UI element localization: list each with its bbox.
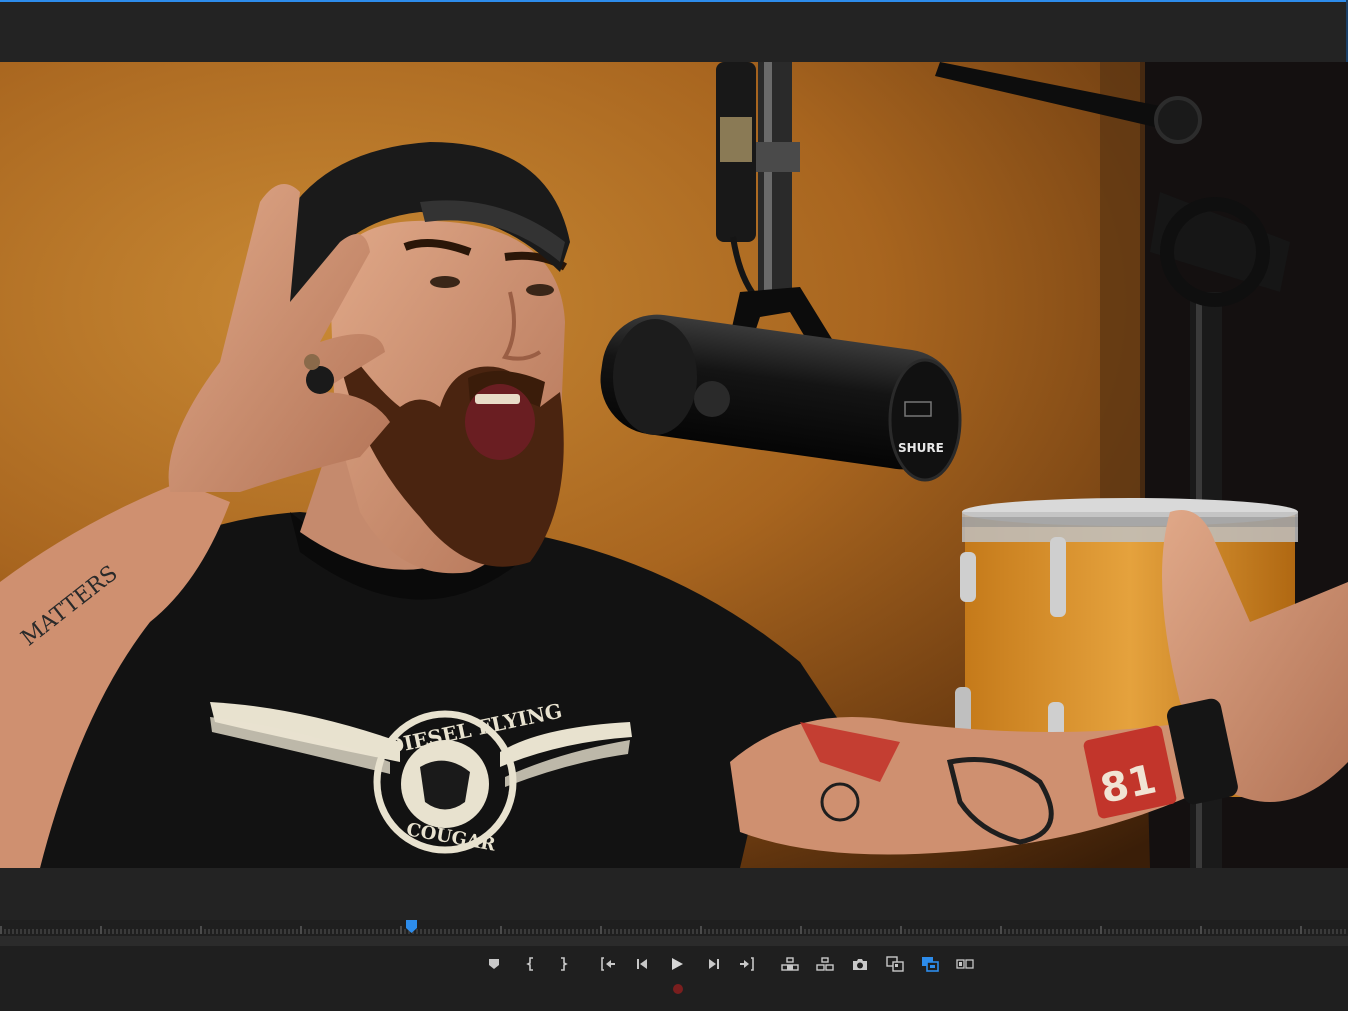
step-forward-icon (709, 959, 719, 969)
monitor-info-bar (0, 868, 1348, 920)
camera-icon (853, 958, 867, 970)
vr-icon (956, 959, 974, 969)
add-marker-button[interactable] (481, 954, 507, 974)
play-button[interactable] (664, 954, 690, 974)
step-forward-button[interactable] (700, 954, 726, 974)
proxy-toggle-button[interactable] (917, 954, 943, 974)
playhead[interactable] (405, 920, 417, 933)
video-frame[interactable]: SHURE DIESEL FLYING COUGAR MATTERS 81 (0, 62, 1348, 868)
play-icon (672, 958, 683, 970)
ruler-ticks (0, 926, 1346, 934)
extract-button[interactable] (812, 954, 838, 974)
proxy-icon (922, 957, 939, 972)
go-to-out-button[interactable] (734, 954, 760, 974)
mic-brand-label: SHURE (898, 441, 944, 455)
go-to-out-icon (740, 957, 754, 971)
mark-in-icon (526, 957, 533, 971)
mark-out-icon (561, 957, 568, 971)
lift-icon (781, 957, 799, 971)
step-back-icon (637, 959, 647, 969)
comparison-view-button[interactable] (882, 954, 908, 974)
zoom-scroll-bar[interactable] (0, 936, 1348, 946)
monitor-header (0, 2, 1346, 62)
mic-rod (758, 62, 792, 297)
lift-button[interactable] (777, 954, 803, 974)
time-ruler[interactable] (0, 920, 1348, 936)
mark-out-button[interactable] (550, 954, 576, 974)
vr-video-button[interactable] (952, 954, 978, 974)
go-to-in-button[interactable] (595, 954, 621, 974)
marker-icon (489, 959, 499, 969)
step-back-button[interactable] (630, 954, 656, 974)
mark-in-button[interactable] (518, 954, 544, 974)
comparison-icon (886, 956, 904, 972)
extract-icon (816, 957, 834, 971)
program-monitor-panel: SHURE DIESEL FLYING COUGAR MATTERS 81 (0, 0, 1348, 1011)
transport-controls (0, 946, 1348, 1011)
go-to-in-icon (601, 957, 615, 971)
record-indicator (673, 984, 683, 994)
export-frame-button[interactable] (847, 954, 873, 974)
